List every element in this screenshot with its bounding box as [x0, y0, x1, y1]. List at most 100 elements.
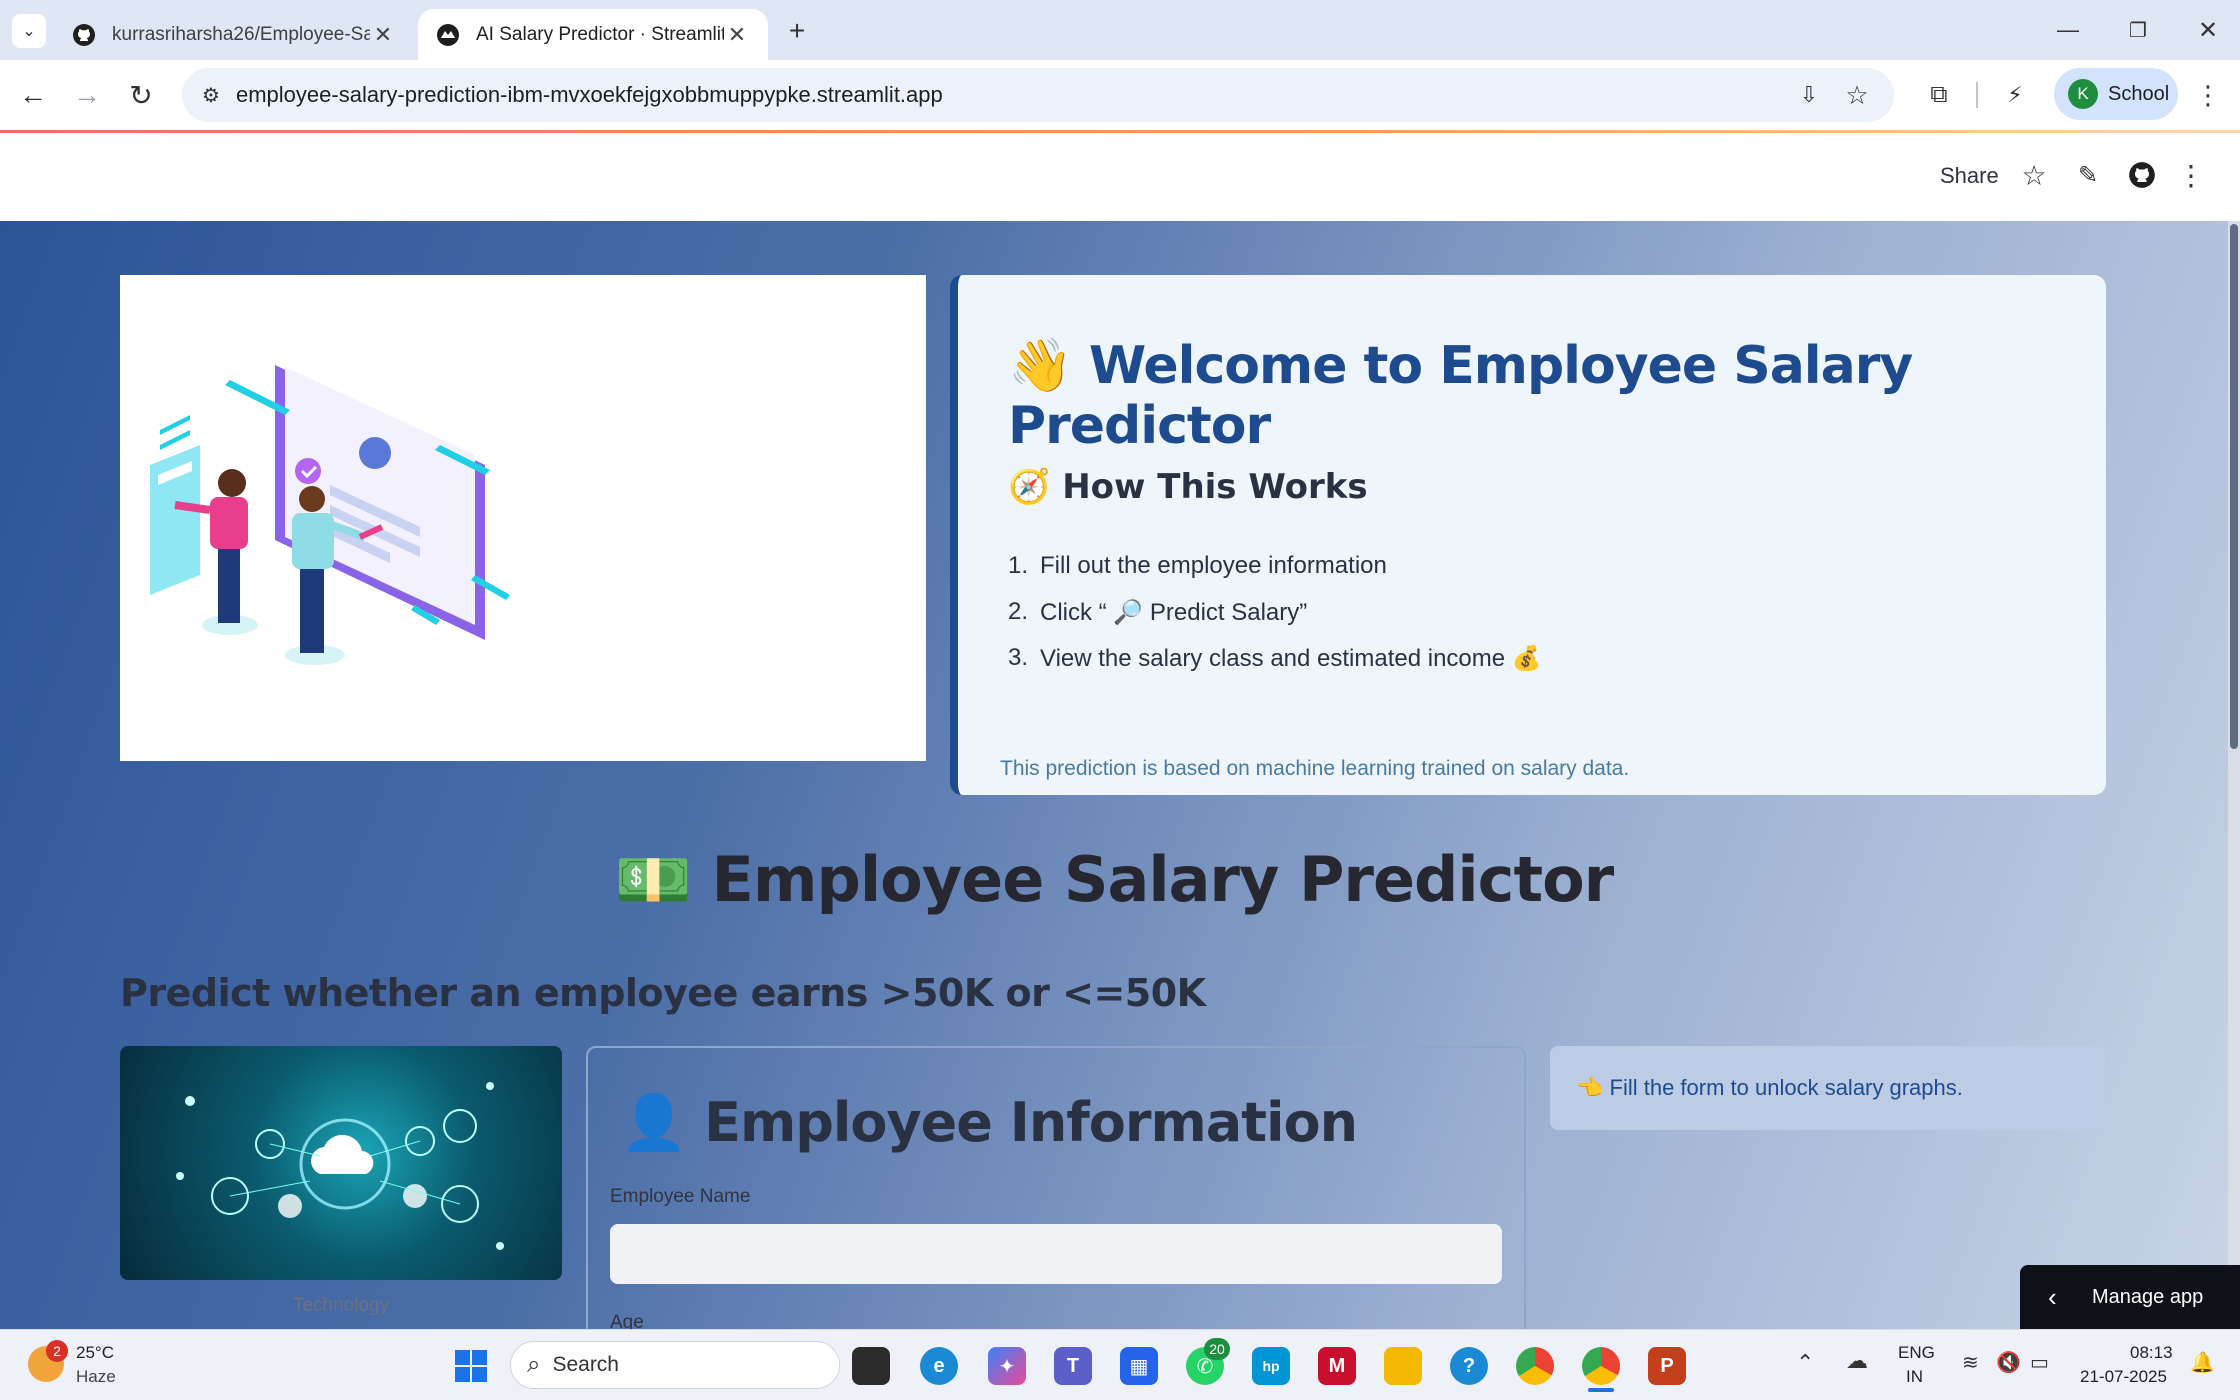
how-it-works-heading: 🧭 How This Works — [1008, 467, 1368, 507]
clock-date: 21-07-2025 — [2080, 1367, 2167, 1386]
welcome-card: 👋 Welcome to Employee Salary Predictor 🧭… — [950, 275, 2106, 795]
list-item: 1. Fill out the employee information — [1008, 552, 1387, 579]
close-window-icon[interactable]: ✕ — [2190, 12, 2226, 48]
weather-temp: 25°C — [76, 1343, 114, 1362]
windows-taskbar: 2 25°C Haze ⌕ Search e ✦ T ▦ ✆ 20 hp M ?… — [0, 1329, 2240, 1400]
wifi-icon[interactable]: ≋ — [1962, 1350, 1979, 1375]
hero-illustration — [120, 275, 926, 761]
prediction-note: This prediction is based on machine lear… — [1000, 757, 1630, 780]
compass-icon: 🧭 — [1008, 467, 1051, 507]
technology-image — [120, 1046, 562, 1280]
toolbar-divider — [1976, 82, 1978, 108]
share-button[interactable]: Share — [1940, 163, 1999, 189]
streamlit-icon — [437, 23, 459, 46]
page-title: 💵 Employee Salary Predictor — [0, 843, 2228, 917]
steps-list: 1. Fill out the employee information 2. Cl… — [1008, 543, 1542, 681]
performance-icon[interactable]: ⚡ — [1996, 76, 2034, 114]
waving-hand-icon: 👋 — [1008, 336, 1073, 396]
profile-button[interactable]: K School — [2054, 68, 2178, 120]
tab-search-chevron-icon[interactable]: ⌄ — [12, 14, 46, 48]
welcome-title-text: Welcome to Employee Salary Predictor — [1008, 336, 1913, 456]
edit-pencil-icon[interactable]: ✎ — [2070, 157, 2106, 193]
step-text: Click “ 🔎 Predict Salary” — [1040, 598, 1308, 626]
language-bottom: IN — [1906, 1367, 1923, 1386]
reload-icon[interactable]: ↻ — [122, 76, 160, 114]
restore-icon[interactable]: ❐ — [2120, 12, 2156, 48]
bookmark-star-icon[interactable]: ☆ — [1840, 78, 1874, 112]
active-app-indicator — [1588, 1388, 1614, 1392]
github-icon[interactable] — [2124, 157, 2160, 193]
minimize-icon[interactable]: — — [2050, 12, 2086, 48]
app-main: 👋 Welcome to Employee Salary Predictor 🧭… — [0, 221, 2228, 1329]
image-caption: Technology — [292, 1295, 390, 1316]
welcome-title: 👋 Welcome to Employee Salary Predictor — [1008, 335, 2106, 456]
employee-name-label: Employee Name — [610, 1186, 751, 1207]
person-silhouette-icon: 👤 — [620, 1091, 687, 1154]
teams-icon[interactable]: T — [1054, 1347, 1092, 1385]
weather-badge: 2 — [46, 1340, 68, 1362]
age-label: Age — [610, 1312, 644, 1329]
windows-start-icon[interactable] — [452, 1347, 490, 1385]
forward-arrow-icon[interactable]: → — [68, 76, 106, 114]
profile-avatar: K — [2068, 79, 2098, 109]
manage-app-label: Manage app — [2092, 1285, 2204, 1308]
tab-title: kurrasriharsha26/Employee-Sal — [112, 23, 370, 45]
file-explorer-icon[interactable] — [1384, 1347, 1422, 1385]
how-it-works-text: How This Works — [1062, 467, 1368, 507]
close-tab-icon[interactable]: ✕ — [370, 22, 396, 48]
chrome-menu-icon[interactable]: ⋮ — [2192, 76, 2224, 114]
weather-desc: Haze — [76, 1367, 116, 1386]
browser-tab-strip: ⌄ kurrasriharsha26/Employee-Sal ✕ AI Sal… — [0, 0, 2240, 60]
powerpoint-icon[interactable]: P — [1648, 1347, 1686, 1385]
help-icon[interactable]: ? — [1450, 1347, 1488, 1385]
manage-app-button[interactable]: ‹ Manage app — [2020, 1265, 2240, 1329]
whatsapp-badge: 20 — [1204, 1338, 1230, 1360]
mcafee-icon[interactable]: M — [1318, 1347, 1356, 1385]
battery-icon[interactable]: ▭ — [2030, 1350, 2049, 1375]
edge-icon[interactable]: e — [920, 1347, 958, 1385]
url-text: employee-salary-prediction-ibm-mvxoekfej… — [236, 82, 943, 107]
employee-name-input[interactable] — [610, 1224, 1502, 1284]
new-tab-plus-icon[interactable]: + — [780, 14, 814, 48]
install-app-icon[interactable]: ⇩ — [1792, 78, 1826, 112]
tab-title: AI Salary Predictor · Streamlit — [476, 23, 724, 45]
app-menu-icon[interactable]: ⋮ — [2176, 157, 2206, 193]
dollar-banknote-icon: 💵 — [614, 843, 692, 916]
back-arrow-icon[interactable]: ← — [14, 76, 52, 114]
browser-toolbar: ← → ↻ ⚙ ⇩ ☆ employee-salary-prediction-i… — [0, 60, 2240, 130]
chrome-icon[interactable] — [1516, 1347, 1554, 1385]
language-top[interactable]: ENG — [1898, 1342, 1935, 1364]
step-text: Fill out the employee information — [1040, 552, 1387, 579]
github-icon — [73, 23, 95, 46]
task-view-icon[interactable] — [852, 1347, 890, 1385]
site-info-icon[interactable]: ⚙ — [196, 80, 226, 110]
onedrive-cloud-icon[interactable]: ☁ — [1846, 1348, 1868, 1374]
chevron-left-icon: ‹ — [2048, 1281, 2057, 1312]
search-placeholder: Search — [552, 1353, 619, 1376]
volume-muted-icon[interactable]: 🔇 — [1996, 1350, 2021, 1375]
taskbar-search[interactable]: ⌕ Search — [510, 1341, 840, 1389]
search-icon: ⌕ — [527, 1351, 541, 1378]
microsoft-store-icon[interactable]: ▦ — [1120, 1347, 1158, 1385]
chrome-profile-icon[interactable] — [1582, 1347, 1620, 1385]
favorite-star-icon[interactable]: ☆ — [2016, 157, 2052, 193]
clock-time[interactable]: 08:13 — [2130, 1342, 2173, 1364]
page-subtitle: Predict whether an employee earns >50K o… — [120, 971, 1206, 1015]
notifications-bell-icon[interactable]: 🔔 — [2190, 1350, 2215, 1375]
step-text: View the salary class and estimated inco… — [1040, 644, 1542, 672]
graphs-info-box: 👈 Fill the form to unlock salary graphs. — [1550, 1046, 2106, 1130]
scrollbar-thumb[interactable] — [2230, 224, 2238, 749]
tab-streamlit-active[interactable]: AI Salary Predictor · Streamlit ✕ — [418, 9, 768, 60]
copilot-icon[interactable]: ✦ — [988, 1347, 1026, 1385]
form-title-text: Employee Information — [704, 1091, 1358, 1154]
extensions-puzzle-icon[interactable]: ⧉ — [1920, 76, 1958, 114]
show-hidden-icons-chevron-icon[interactable]: ⌃ — [1796, 1350, 1814, 1376]
tab-github[interactable]: kurrasriharsha26/Employee-Sal ✕ — [54, 9, 414, 60]
list-item: 2. Click “ 🔎 Predict Salary” — [1008, 598, 1308, 626]
close-tab-icon[interactable]: ✕ — [724, 22, 750, 48]
form-title: 👤 Employee Information — [620, 1091, 1358, 1155]
profile-label: School — [2108, 82, 2170, 105]
myhp-icon[interactable]: hp — [1252, 1347, 1290, 1385]
list-item: 3. View the salary class and estimated in… — [1008, 644, 1542, 672]
page-title-text: Employee Salary Predictor — [711, 843, 1615, 916]
